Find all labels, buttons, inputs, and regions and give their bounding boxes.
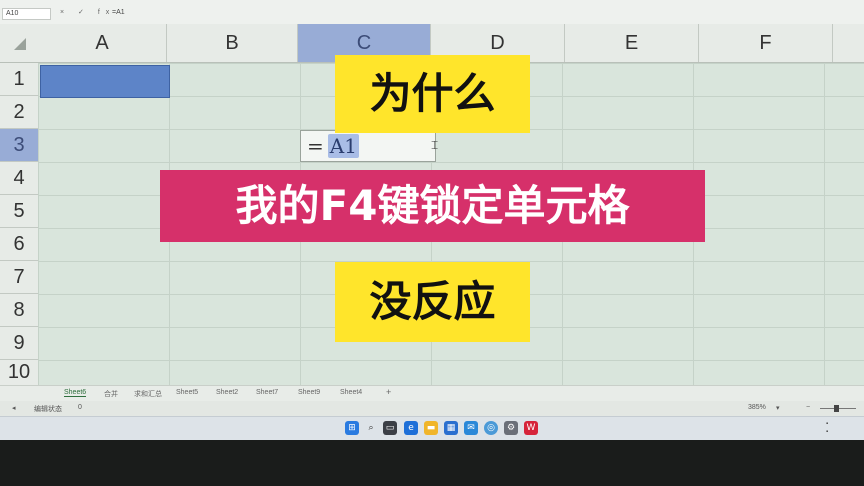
- formula-input[interactable]: =A1: [112, 8, 125, 18]
- sheet-tab-sum[interactable]: 求和汇总: [134, 389, 162, 399]
- cell-c3-editor[interactable]: = A1: [300, 130, 436, 162]
- formula-bar: A10 × ✓ fx =A1: [0, 0, 864, 25]
- text-cursor-icon: ⌶: [431, 138, 439, 152]
- cell-a1-selected[interactable]: [40, 65, 170, 98]
- sheet-tab-bar: Sheet6 合并 求和汇总 Sheet5 Sheet2 Sheet7 Shee…: [0, 385, 864, 402]
- row-header-4[interactable]: 4: [0, 162, 38, 195]
- row-header-7[interactable]: 7: [0, 261, 38, 294]
- row-header-10[interactable]: 10: [0, 360, 38, 386]
- zoom-level[interactable]: 385%: [748, 404, 766, 411]
- row-header-9[interactable]: 9: [0, 327, 38, 360]
- add-sheet-icon[interactable]: +: [386, 387, 391, 397]
- sheet-tab-merge[interactable]: 合并: [104, 389, 118, 399]
- sheet-tab-sheet9[interactable]: Sheet9: [298, 389, 320, 396]
- settings-icon[interactable]: ⚙: [504, 421, 518, 435]
- caption-line-2: 我的F4键锁定单元格: [160, 170, 705, 242]
- name-box[interactable]: A10: [2, 8, 51, 20]
- column-header-e[interactable]: E: [565, 24, 699, 62]
- sheet-tab-sheet5[interactable]: Sheet5: [176, 389, 198, 396]
- status-bar: ◂ 编辑状态 0 385% ▾ −: [0, 401, 864, 416]
- sheet-tab-sheet4[interactable]: Sheet4: [340, 389, 362, 396]
- wps-icon[interactable]: W: [524, 421, 538, 435]
- windows-start-icon[interactable]: ⊞: [345, 421, 359, 435]
- column-header-b[interactable]: B: [167, 24, 298, 62]
- sheet-tab-sheet2[interactable]: Sheet2: [216, 389, 238, 396]
- excel-window: A10 × ✓ fx =A1 A B C D E F 1 2 3 4 5 6 7…: [0, 0, 864, 440]
- select-all-icon: [14, 38, 26, 50]
- sheet-tab-sheet7[interactable]: Sheet7: [256, 389, 278, 396]
- monitor-bezel: [0, 440, 864, 486]
- row-header-8[interactable]: 8: [0, 294, 38, 327]
- formula-bar-icons[interactable]: × ✓ fx: [60, 8, 115, 18]
- status-mode: 编辑状态: [34, 406, 62, 413]
- zoom-slider-handle[interactable]: [834, 405, 839, 412]
- system-clock: ▪ ▪: [826, 421, 829, 435]
- edge-icon[interactable]: e: [404, 421, 418, 435]
- select-all-corner[interactable]: [0, 24, 38, 62]
- task-view-icon[interactable]: ▭: [383, 421, 397, 435]
- taskbar: ⊞ ⌕ ▭ e ▬ ▦ ✉ ◎ ⚙ W ▪ ▪: [0, 416, 864, 440]
- row-header-6[interactable]: 6: [0, 228, 38, 261]
- zoom-minus-icon[interactable]: −: [806, 404, 810, 411]
- zoom-out-icon[interactable]: ▾: [776, 404, 780, 412]
- store-icon[interactable]: ▦: [444, 421, 458, 435]
- formula-equals: =: [307, 134, 324, 158]
- row-header-1[interactable]: 1: [0, 63, 38, 96]
- column-header-a[interactable]: A: [38, 24, 167, 62]
- cell-formula: = A1: [307, 133, 359, 159]
- row-header-3[interactable]: 3: [0, 129, 38, 162]
- status-icon: ◂: [12, 405, 16, 412]
- status-value: 0: [78, 404, 82, 411]
- row-header-5[interactable]: 5: [0, 195, 38, 228]
- sheet-tab-sheet6[interactable]: Sheet6: [64, 389, 87, 397]
- file-explorer-icon[interactable]: ▬: [424, 421, 438, 435]
- caption-line-1: 为什么: [335, 55, 530, 133]
- mail-icon[interactable]: ✉: [464, 421, 478, 435]
- search-icon[interactable]: ⌕: [364, 421, 378, 435]
- row-header-2[interactable]: 2: [0, 96, 38, 129]
- chrome-icon[interactable]: ◎: [484, 421, 498, 435]
- column-header-f[interactable]: F: [699, 24, 833, 62]
- formula-reference: A1: [327, 134, 359, 158]
- caption-line-3: 没反应: [335, 262, 530, 342]
